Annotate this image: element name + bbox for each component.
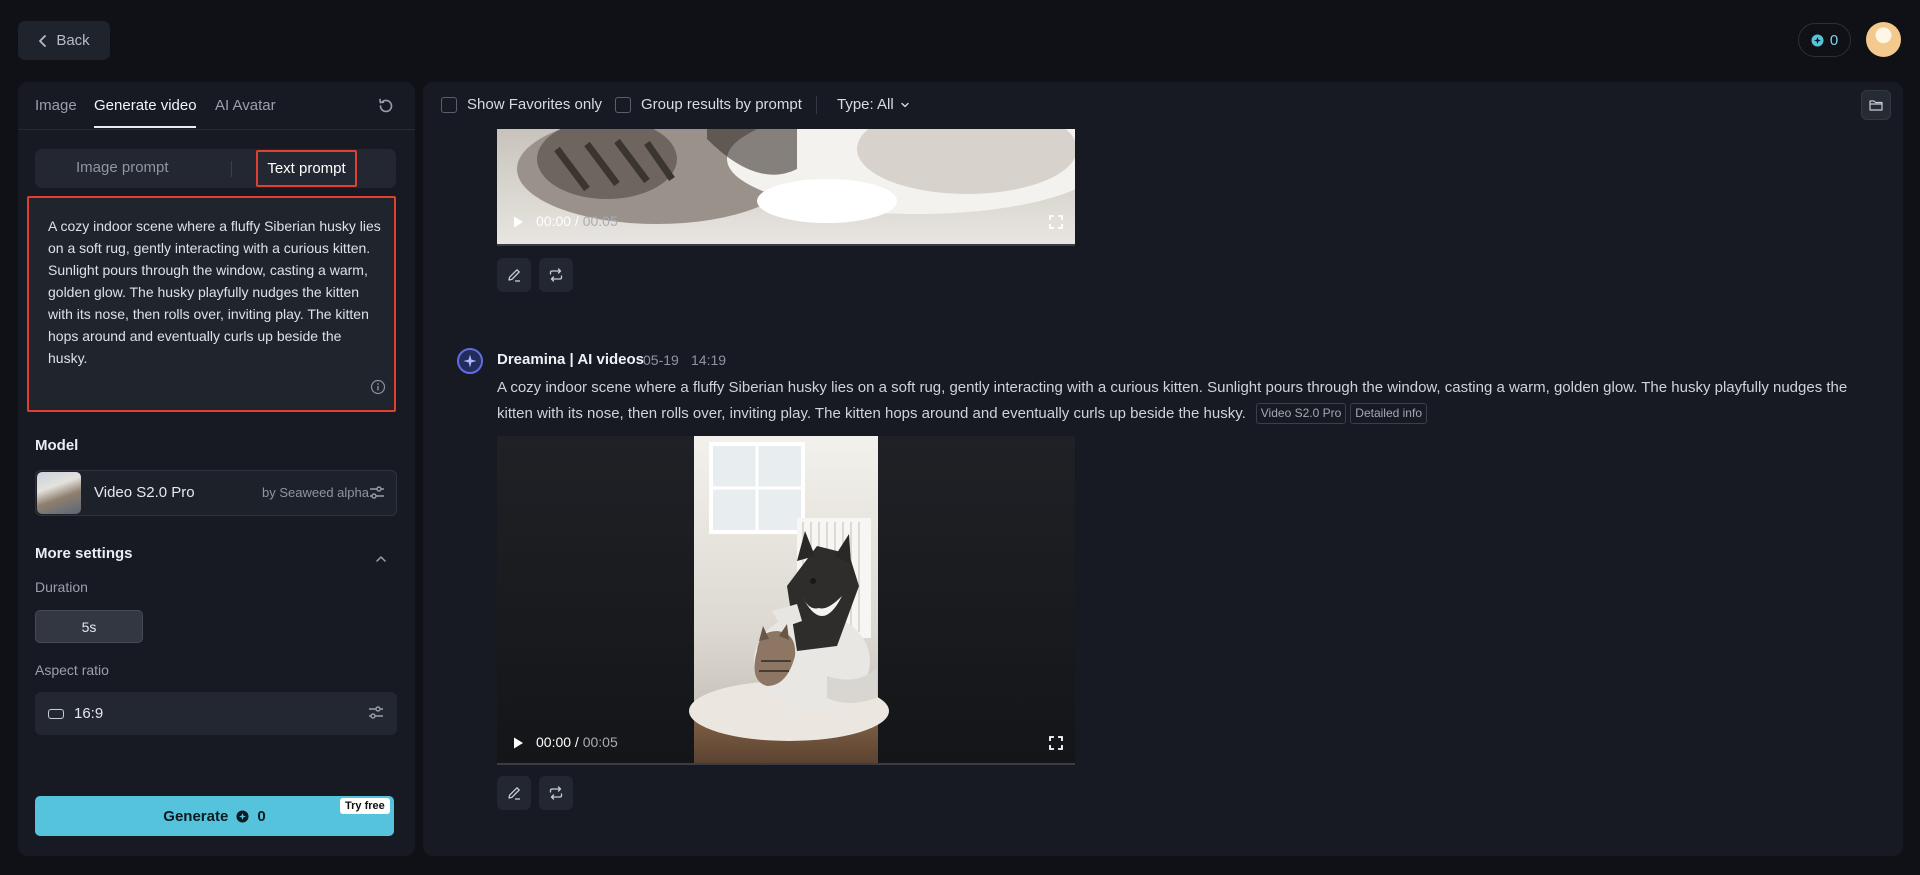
result-prompt-text: A cozy indoor scene where a fluffy Siber…	[497, 379, 1848, 422]
sliders-icon[interactable]	[368, 484, 386, 502]
video-frame	[497, 436, 1075, 765]
video-player[interactable]: 00:00 / 00:05	[497, 129, 1075, 246]
info-icon[interactable]	[370, 379, 386, 395]
image-prompt-option[interactable]: Image prompt	[76, 159, 169, 176]
video-time: 00:00 / 00:05	[536, 734, 618, 750]
video-duration: 00:05	[582, 734, 618, 750]
model-thumbnail	[37, 472, 81, 514]
repeat-icon	[548, 267, 564, 283]
generate-cost: 0	[257, 807, 266, 825]
edit-button[interactable]	[497, 776, 531, 810]
pencil-icon	[506, 267, 522, 283]
prompt-text[interactable]: A cozy indoor scene where a fluffy Siber…	[48, 215, 383, 369]
model-name: Video S2.0 Pro	[94, 484, 195, 501]
edit-button[interactable]	[497, 258, 531, 292]
detailed-info-tag[interactable]: Detailed info	[1350, 403, 1427, 424]
video-time: 00:00 / 00:05	[536, 213, 618, 229]
type-filter-label: Type: All	[837, 96, 894, 113]
result-prompt: A cozy indoor scene where a fluffy Siber…	[497, 375, 1877, 427]
segment-divider	[231, 161, 232, 177]
regenerate-button[interactable]	[539, 258, 573, 292]
filter-divider	[816, 96, 817, 114]
credits-count: 0	[1829, 31, 1839, 49]
prompt-textarea[interactable]: A cozy indoor scene where a fluffy Siber…	[27, 196, 396, 412]
fullscreen-icon[interactable]	[1049, 736, 1063, 750]
back-button[interactable]: Back	[18, 21, 110, 60]
type-filter-dropdown[interactable]: Type: All	[837, 96, 910, 113]
group-by-prompt-label[interactable]: Group results by prompt	[641, 96, 802, 113]
show-favorites-checkbox[interactable]	[441, 97, 457, 113]
repeat-icon	[548, 785, 564, 801]
generate-label: Generate	[163, 807, 229, 825]
current-time: 00:00	[536, 734, 572, 750]
result-time: 14:19	[691, 352, 727, 368]
play-icon[interactable]	[511, 736, 525, 750]
video-progress-bar[interactable]	[497, 244, 1075, 246]
fullscreen-icon[interactable]	[1049, 215, 1063, 229]
credits-balance[interactable]: 0	[1798, 23, 1851, 57]
show-favorites-label[interactable]: Show Favorites only	[467, 96, 602, 113]
aspect-ratio-selector[interactable]: 16:9	[35, 692, 397, 735]
tab-image[interactable]: Image	[35, 97, 77, 114]
pencil-icon	[506, 785, 522, 801]
model-selector[interactable]: Video S2.0 Pro by Seaweed alpha	[35, 470, 397, 516]
duration-label: Duration	[35, 579, 88, 595]
result-date: 05-19	[643, 352, 679, 368]
chevron-down-icon	[900, 100, 910, 110]
mode-tabs: Image Generate video AI Avatar	[18, 82, 415, 130]
model-section-label: Model	[35, 437, 79, 454]
try-free-badge: Try free	[340, 798, 390, 814]
dreamina-logo	[457, 348, 483, 374]
credit-coin-icon	[1811, 34, 1824, 47]
reset-icon[interactable]	[376, 96, 396, 116]
play-icon[interactable]	[511, 215, 525, 229]
generation-panel: Image Generate video AI Avatar Image pro…	[18, 82, 415, 856]
ratio-icon	[48, 709, 64, 719]
chevron-up-icon[interactable]	[374, 552, 388, 566]
tab-generate-video[interactable]: Generate video	[94, 97, 197, 114]
video-duration: 00:05	[582, 213, 618, 229]
video-progress-bar[interactable]	[497, 763, 1075, 765]
model-tag[interactable]: Video S2.0 Pro	[1255, 403, 1347, 424]
credit-coin-icon	[236, 810, 249, 823]
sparkle-icon	[463, 354, 477, 368]
folder-icon	[1869, 99, 1883, 111]
filter-bar: Show Favorites only Group results by pro…	[423, 82, 1903, 128]
folder-button[interactable]	[1861, 90, 1891, 120]
sliders-icon[interactable]	[367, 704, 385, 722]
result-author: Dreamina | AI videos	[497, 351, 645, 368]
tab-ai-avatar[interactable]: AI Avatar	[215, 97, 276, 114]
regenerate-button[interactable]	[539, 776, 573, 810]
back-label: Back	[56, 32, 90, 49]
group-by-prompt-checkbox[interactable]	[615, 97, 631, 113]
results-panel: Show Favorites only Group results by pro…	[423, 82, 1903, 856]
user-avatar[interactable]	[1866, 22, 1901, 57]
active-tab-indicator	[94, 126, 196, 128]
video-player[interactable]: 00:00 / 00:05	[497, 436, 1075, 765]
chevron-left-icon	[38, 34, 48, 48]
aspect-ratio-label: Aspect ratio	[35, 662, 109, 678]
aspect-ratio-value: 16:9	[74, 705, 104, 722]
model-provider: by Seaweed alpha	[262, 485, 369, 500]
text-prompt-option[interactable]: Text prompt	[256, 150, 357, 187]
current-time: 00:00	[536, 213, 572, 229]
duration-option-5s[interactable]: 5s	[35, 610, 143, 643]
more-settings-label[interactable]: More settings	[35, 545, 133, 562]
